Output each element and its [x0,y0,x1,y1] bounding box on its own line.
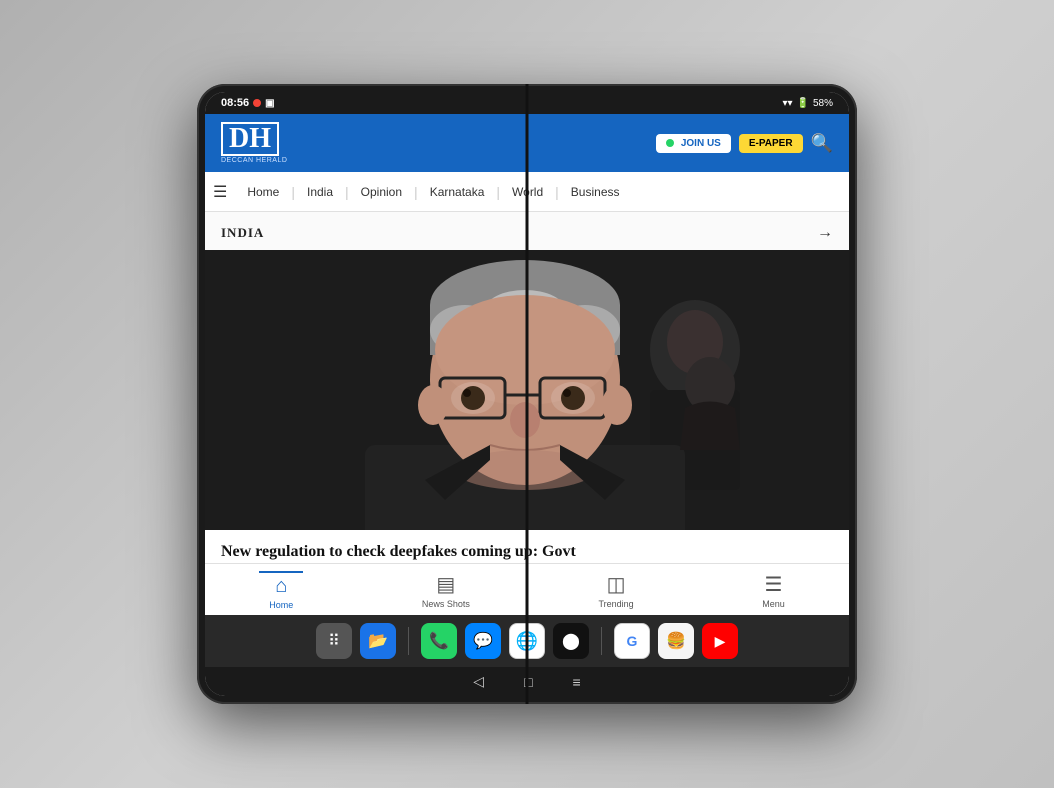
dh-logo: DH DECCAN HERALD [221,122,287,164]
whatsapp-icon [666,139,674,147]
nav-opinion[interactable]: Opinion [351,175,412,209]
dh-logo-text: DH [221,122,279,156]
battery-icon: 🔋 [797,98,809,109]
india-arrow[interactable]: → [817,224,833,242]
nav-india[interactable]: India [297,175,343,209]
menu-icon: ☰ [764,572,782,597]
phone-device: 08:56 ▣ ▾▾ 🔋 58% DH DECCAN HERALD [197,84,857,704]
youtube-app-icon[interactable]: ▶ [702,623,738,659]
bottom-nav-home[interactable]: ⌂ Home [259,571,303,610]
bottom-nav-news-shots[interactable]: ▤ News Shots [412,572,480,609]
nav-bar: ☰ Home | India | Opinion | Karnataka | W… [205,172,849,212]
nav-karnataka[interactable]: Karnataka [420,175,495,209]
camera-app-icon[interactable]: ⬤ [553,623,589,659]
food-app-icon[interactable]: 🍔 [658,623,694,659]
search-icon: 🔍 [811,133,833,153]
person-illustration [205,250,849,530]
article-headline[interactable]: New regulation to check deepfakes coming… [205,530,849,563]
android-nav-bar: ◁ □ ≡ [205,667,849,696]
nav-home[interactable]: Home [237,175,289,209]
join-us-label: JOIN US [681,138,721,149]
home-nav-label: Home [269,600,293,610]
chrome-app-icon[interactable]: 🌐 [509,623,545,659]
notification-dot [253,99,261,107]
recents-button[interactable]: ≡ [573,674,581,690]
scene: 08:56 ▣ ▾▾ 🔋 58% DH DECCAN HERALD [0,0,1054,788]
files-app-icon[interactable]: 📂 [360,623,396,659]
phone-screen: 08:56 ▣ ▾▾ 🔋 58% DH DECCAN HERALD [205,92,849,696]
status-icons: ▾▾ 🔋 58% [782,98,833,109]
time-display: 08:56 [221,97,249,109]
dock-divider-2 [601,627,602,655]
headline-text: New regulation to check deepfakes coming… [221,543,576,560]
nav-business[interactable]: Business [561,175,630,209]
dock-divider-1 [408,627,409,655]
hero-image[interactable] [205,250,849,530]
status-time: 08:56 ▣ [221,97,275,109]
epaper-button[interactable]: E-PAPER [739,134,803,153]
app-dock: ⠿ 📂 📞 💬 🌐 ⬤ [205,615,849,667]
home-icon: ⌂ [275,575,287,598]
nav-world[interactable]: World [502,175,553,209]
messenger-app-icon[interactable]: 💬 [465,623,501,659]
epaper-label: E-PAPER [749,138,793,149]
bottom-nav-trending[interactable]: ◫ Trending [588,572,643,609]
news-shots-icon: ▤ [436,572,455,597]
bottom-nav: ⌂ Home ▤ News Shots ◫ Trending ☰ Menu [205,563,849,615]
wifi-icon: ▾▾ [782,98,792,109]
search-button[interactable]: 🔍 [811,133,833,154]
dh-header: DH DECCAN HERALD JOIN US E-PAPER 🔍 [205,114,849,172]
home-button[interactable]: □ [524,674,532,690]
trending-icon: ◫ [607,572,626,597]
india-label: INDIA [221,225,264,241]
hamburger-menu[interactable]: ☰ [213,182,227,202]
bottom-nav-menu[interactable]: ☰ Menu [752,572,795,609]
india-section-header: INDIA → [205,212,849,250]
apps-grid-icon[interactable]: ⠿ [316,623,352,659]
google-app-icon[interactable]: G [614,623,650,659]
status-extra: ▣ [265,98,274,109]
battery-percent: 58% [813,98,833,109]
hero-image-bg [205,250,849,530]
trending-label: Trending [598,599,633,609]
main-content: INDIA → [205,212,849,563]
phone-app-icon[interactable]: 📞 [421,623,457,659]
status-bar: 08:56 ▣ ▾▾ 🔋 58% [205,92,849,114]
back-button[interactable]: ◁ [473,673,484,690]
dh-logo-subtitle: DECCAN HERALD [221,157,287,164]
header-right: JOIN US E-PAPER 🔍 [656,133,833,154]
news-shots-label: News Shots [422,599,470,609]
join-us-button[interactable]: JOIN US [656,134,731,153]
menu-nav-label: Menu [762,599,785,609]
